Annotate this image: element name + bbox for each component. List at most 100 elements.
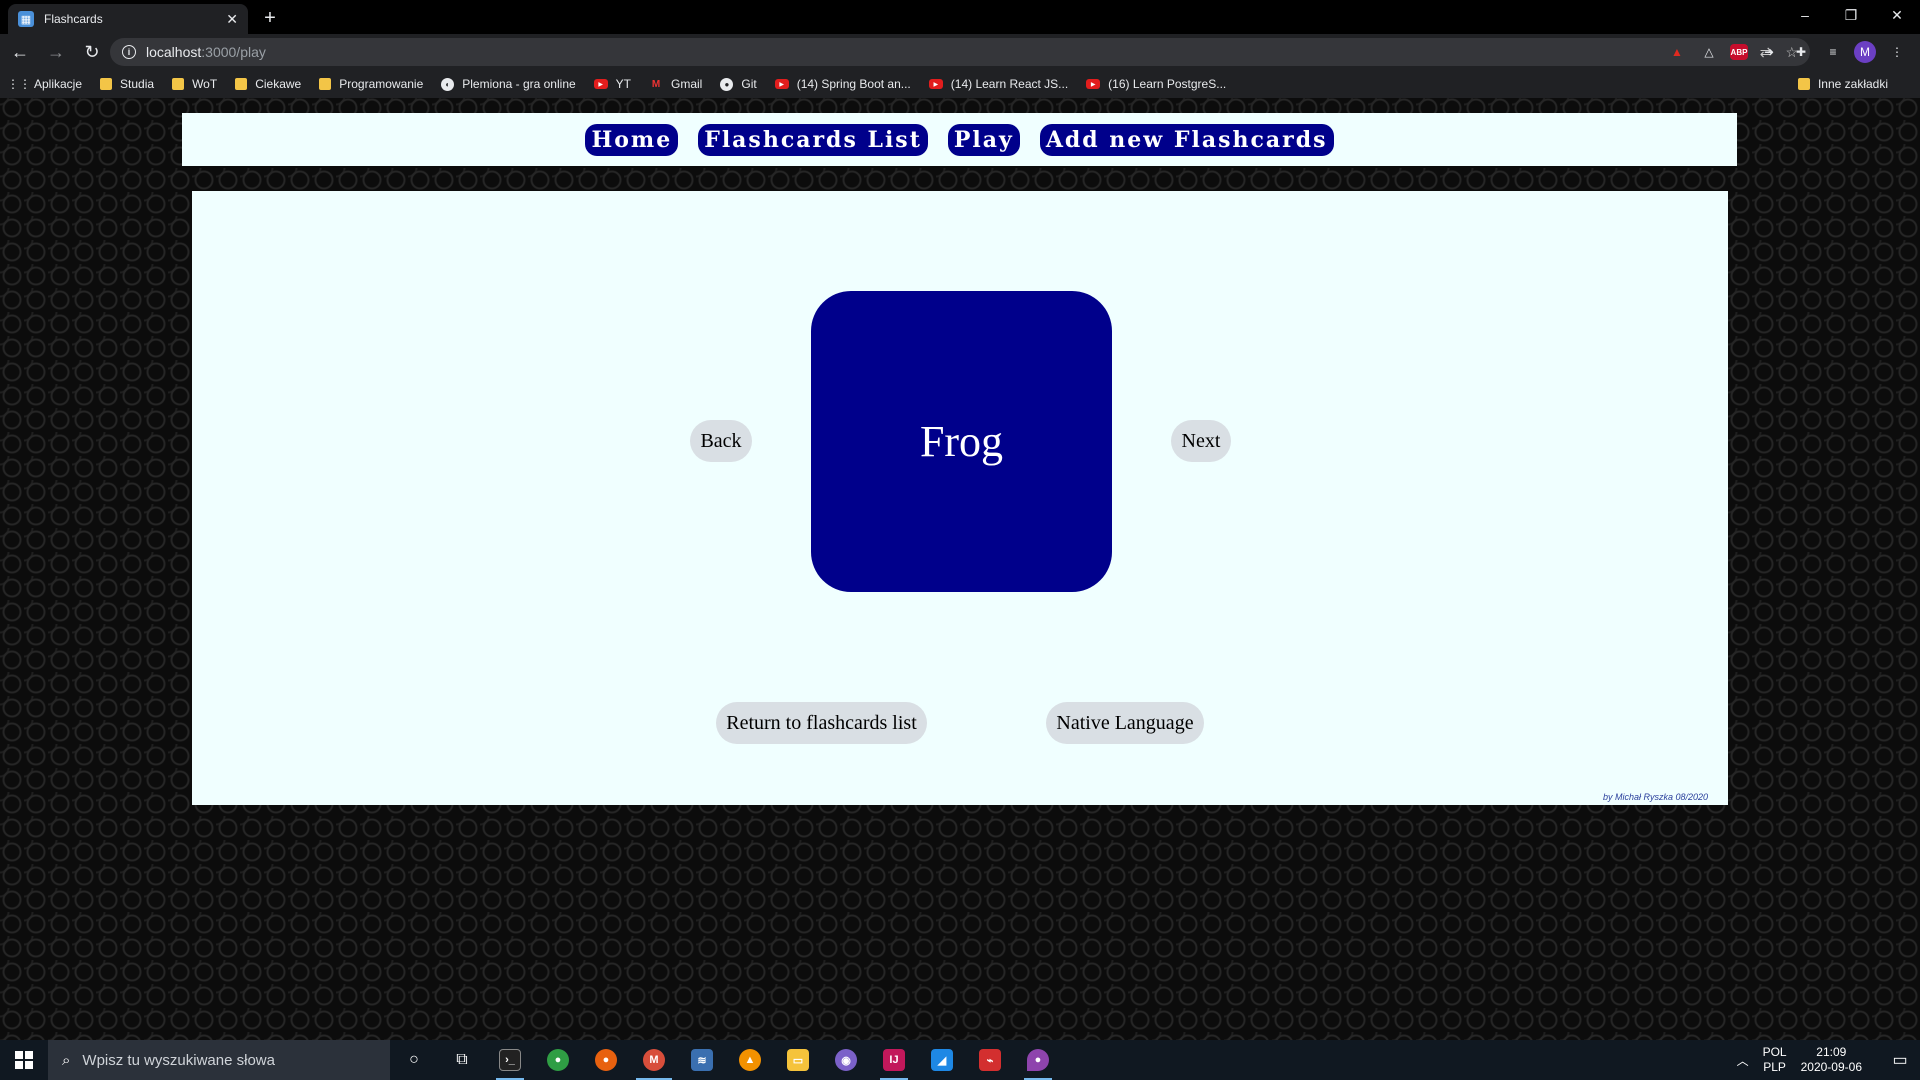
- bookmark-wot[interactable]: WoT: [172, 77, 217, 91]
- adblock-plus-icon[interactable]: ABP: [1730, 44, 1748, 60]
- nav-home[interactable]: Home: [585, 123, 679, 156]
- browser-tab[interactable]: ▦ Flashcards ✕: [8, 4, 248, 34]
- plemiona-icon: ◐: [441, 77, 455, 91]
- gmail-icon: M: [651, 78, 661, 90]
- discord-app-icon[interactable]: ◉: [822, 1040, 870, 1080]
- bookmark-label: Gmail: [671, 77, 703, 91]
- windows-taskbar: ⌕ Wpisz tu wyszukiwane słowa ○ ⧉ ›_ ● ● …: [0, 1040, 1920, 1080]
- reading-list-icon[interactable]: ≡: [1822, 41, 1844, 63]
- search-icon: ⌕: [62, 1051, 71, 1069]
- flashcards-favicon-icon: ▦: [18, 11, 34, 27]
- bookmark-aplikacje[interactable]: ⋮⋮ Aplikacje: [7, 77, 83, 91]
- next-button[interactable]: Next: [1171, 420, 1231, 462]
- url-host: localhost: [146, 44, 202, 60]
- folder-icon: [319, 78, 332, 90]
- youtube-icon: ▶: [774, 79, 789, 89]
- windows-logo-icon: [15, 1051, 33, 1069]
- nav-flashcards-list[interactable]: Flashcards List: [698, 123, 928, 156]
- clock-time: 21:09: [1816, 1045, 1847, 1059]
- bookmark-label: Studia: [120, 77, 155, 91]
- youtube-icon: ▶: [593, 79, 608, 89]
- bookmark-label: YT: [615, 77, 632, 91]
- file-explorer-app-icon[interactable]: ▭: [774, 1040, 822, 1080]
- profile-avatar[interactable]: M: [1854, 41, 1876, 63]
- site-info-icon[interactable]: i: [122, 45, 136, 59]
- puzzle-extensions-icon[interactable]: ✚: [1790, 41, 1812, 63]
- nav-play[interactable]: Play: [947, 123, 1020, 156]
- back-arrow-icon[interactable]: ←: [4, 36, 36, 68]
- photos-app-icon[interactable]: ◢: [918, 1040, 966, 1080]
- tab-title: Flashcards: [44, 12, 103, 26]
- minimize-icon[interactable]: –: [1782, 0, 1828, 30]
- bookmark-git[interactable]: ● Git: [720, 77, 757, 91]
- close-window-icon[interactable]: ✕: [1874, 0, 1920, 30]
- bookmark-other[interactable]: Inne zakładki: [1797, 70, 1888, 98]
- folder-icon: [172, 78, 185, 90]
- bookmark-programowanie[interactable]: Programowanie: [319, 77, 423, 91]
- play-panel: Back Frog Next Return to flashcards list…: [192, 191, 1728, 805]
- extensions-area: ▲ △ ABP ➜ ✚ ≡ M ⋮: [1666, 38, 1908, 66]
- youtube-icon: ▶: [928, 79, 943, 89]
- chrome-profile-app-icon[interactable]: M: [630, 1040, 678, 1080]
- bookmark-gmail[interactable]: M Gmail: [649, 77, 703, 91]
- bookmark-ciekawe[interactable]: Ciekawe: [235, 77, 301, 91]
- nav-add-new-flashcards[interactable]: Add new Flashcards: [1039, 123, 1334, 156]
- start-button[interactable]: [0, 1040, 48, 1080]
- native-language-button[interactable]: Native Language: [1046, 702, 1204, 744]
- acrobat-extension-icon[interactable]: ▲: [1666, 41, 1688, 63]
- close-tab-icon[interactable]: ✕: [226, 11, 238, 28]
- taskbar-search[interactable]: ⌕ Wpisz tu wyszukiwane słowa: [48, 1040, 390, 1080]
- new-tab-icon[interactable]: +: [258, 6, 282, 30]
- youtube-icon: ▶: [1086, 79, 1101, 89]
- bookmark-label: Ciekawe: [255, 77, 302, 91]
- bookmark-label: Inne zakładki: [1817, 77, 1888, 91]
- forward-arrow-icon[interactable]: →: [40, 36, 72, 68]
- back-button[interactable]: Back: [690, 420, 752, 462]
- return-to-list-button[interactable]: Return to flashcards list: [716, 702, 927, 744]
- language-code: POL: [1762, 1045, 1787, 1059]
- bookmark-learn-react[interactable]: ▶ (14) Learn React JS...: [928, 77, 1069, 91]
- notifications-icon[interactable]: ▭: [1880, 1050, 1920, 1070]
- bookmarks-bar: ⋮⋮ Aplikacje Studia WoT Ciekawe Programow…: [0, 70, 1920, 98]
- bookmark-learn-postgres[interactable]: ▶ (16) Learn PostgreS...: [1086, 77, 1226, 91]
- clock[interactable]: 21:09 2020-09-06: [1801, 1045, 1862, 1075]
- flashcard[interactable]: Frog: [811, 291, 1112, 592]
- chrome-app-icon[interactable]: ●: [534, 1040, 582, 1080]
- terminal-app-icon[interactable]: ›_: [486, 1040, 534, 1080]
- browser-tab-strip: ▦ Flashcards ✕ + – ❐ ✕: [0, 0, 1920, 34]
- drive-extension-icon[interactable]: △: [1698, 41, 1720, 63]
- folder-icon: [100, 78, 113, 90]
- folder-icon: [235, 78, 248, 90]
- address-bar[interactable]: i localhost:3000/play ⇄ ☆: [110, 38, 1810, 66]
- language-indicator[interactable]: POL PLP: [1763, 1045, 1787, 1075]
- browser-menu-icon[interactable]: ⋮: [1886, 41, 1908, 63]
- acrobat-app-icon[interactable]: ⌁: [966, 1040, 1014, 1080]
- task-view-icon[interactable]: ⧉: [438, 1040, 486, 1080]
- intellij-app-icon[interactable]: IJ: [870, 1040, 918, 1080]
- system-tray: ︿ POL PLP 21:09 2020-09-06 ▭: [1737, 1040, 1920, 1080]
- cortana-icon[interactable]: ○: [390, 1040, 438, 1080]
- bookmark-studia[interactable]: Studia: [100, 77, 154, 91]
- url-path: :3000/play: [201, 44, 266, 60]
- keyboard-layout: PLP: [1763, 1060, 1786, 1074]
- bookmark-label: WoT: [192, 77, 218, 91]
- droplet-app-icon[interactable]: ●: [1014, 1040, 1062, 1080]
- bookmark-label: (16) Learn PostgreS...: [1108, 77, 1227, 91]
- reload-icon[interactable]: ↻: [76, 36, 108, 68]
- bookmark-label: (14) Learn React JS...: [950, 77, 1069, 91]
- vpn-app-icon[interactable]: ≋: [678, 1040, 726, 1080]
- firefox-app-icon[interactable]: ●: [582, 1040, 630, 1080]
- bookmark-spring-boot[interactable]: ▶ (14) Spring Boot an...: [774, 77, 911, 91]
- app-navbar: Home Flashcards List Play Add new Flashc…: [182, 113, 1737, 166]
- folder-icon: [1797, 78, 1810, 90]
- bookmark-yt[interactable]: ▶ YT: [593, 77, 632, 91]
- browser-toolbar: ← → ↻ i localhost:3000/play ⇄ ☆ ▲ △ ABP …: [0, 34, 1920, 70]
- tray-expand-chevron-icon[interactable]: ︿: [1737, 1052, 1749, 1069]
- bookmark-plemiona[interactable]: ◐ Plemiona - gra online: [441, 77, 576, 91]
- avast-app-icon[interactable]: ▲: [726, 1040, 774, 1080]
- clock-date: 2020-09-06: [1800, 1060, 1862, 1074]
- bookmark-label: Aplikacje: [34, 77, 83, 91]
- extension-icon[interactable]: ➜: [1758, 41, 1780, 63]
- search-placeholder: Wpisz tu wyszukiwane słowa: [82, 1051, 275, 1069]
- restore-icon[interactable]: ❐: [1828, 0, 1874, 30]
